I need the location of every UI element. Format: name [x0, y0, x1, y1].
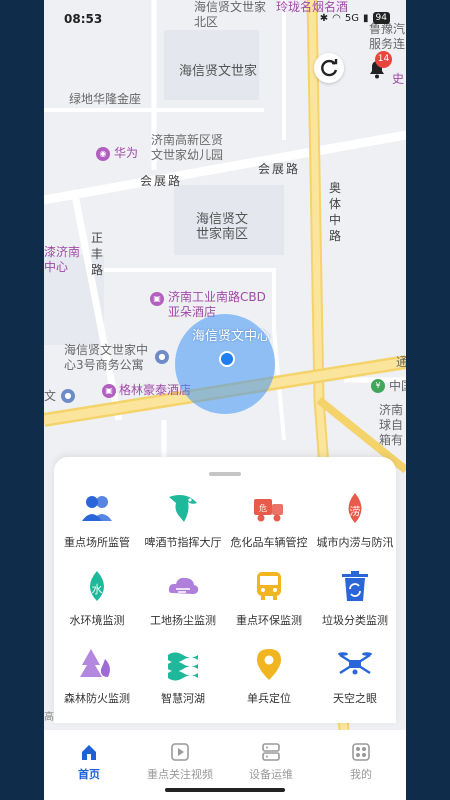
- map-label-wen: 文: [44, 389, 57, 403]
- recycle-bin-icon: [338, 569, 372, 603]
- refresh-icon: [321, 59, 338, 77]
- map-label-center: 海信贤文中心: [192, 329, 271, 344]
- map-label-huizhan-road-1: 会展路: [140, 174, 183, 188]
- home-indicator: [165, 788, 285, 792]
- poi-huawei-icon[interactable]: ◉: [96, 147, 110, 161]
- map-label-south-block: 海信贤文 世家南区: [196, 212, 249, 242]
- module-recycle-bin-button[interactable]: 垃圾分类监测: [312, 569, 398, 639]
- module-water-drop-button[interactable]: 水水环境监测: [54, 569, 140, 639]
- module-label: 森林防火监测: [64, 692, 130, 705]
- tab-label: 设备运维: [249, 768, 293, 781]
- map-label-shi: 史: [392, 72, 405, 86]
- people-icon: [80, 491, 114, 525]
- map-label-zhengfeng-road: 正丰路: [90, 231, 103, 277]
- map-label-qianji: 漆济南 中心: [44, 245, 81, 274]
- video-icon: [140, 742, 220, 762]
- map-label-service: 服务连: [369, 37, 406, 51]
- module-flood-drop-button[interactable]: 涝城市内涝与防汛: [312, 491, 398, 561]
- dust-cloud-icon: [166, 569, 200, 603]
- module-label: 城市内涝与防汛: [316, 536, 394, 549]
- module-eagle-button[interactable]: 啤酒节指挥大厅: [140, 491, 226, 561]
- poi-business-icon[interactable]: ●: [155, 350, 169, 364]
- module-label: 重点场所监管: [64, 536, 130, 549]
- map-label-kindergarten: 济南高新区贤 文世家幼儿园: [151, 133, 224, 162]
- tab-label: 重点关注视频: [147, 768, 213, 781]
- status-bar: 08:53 ✱ ◠ 5G ▮ 94: [44, 0, 406, 26]
- poi-gelin-icon[interactable]: ▣: [102, 384, 116, 398]
- profile-icon: [321, 742, 401, 762]
- module-label: 天空之眼: [333, 692, 377, 705]
- svg-text:涝: 涝: [350, 505, 361, 518]
- tab-label: 首页: [78, 768, 100, 781]
- module-label: 智慧河湖: [161, 692, 205, 705]
- svg-text:水: 水: [92, 583, 103, 596]
- module-dust-cloud-button[interactable]: 工地扬尘监测: [140, 569, 226, 639]
- modules-sheet: 重点场所监管 啤酒节指挥大厅危危化品车辆管控涝城市内涝与防汛水水环境监测 工地扬尘监…: [54, 457, 396, 723]
- module-people-button[interactable]: 重点场所监管: [54, 491, 140, 561]
- module-label: 重点环保监测: [236, 614, 302, 627]
- home-icon: [49, 742, 129, 762]
- map-label-xun: 通: [396, 355, 406, 369]
- flood-drop-icon: 涝: [338, 491, 372, 525]
- signal-icon: ▮: [363, 12, 369, 24]
- tab-video[interactable]: 重点关注视频: [140, 742, 220, 782]
- drone-icon: [338, 647, 372, 681]
- location-pin-icon: [252, 647, 286, 681]
- tab-profile[interactable]: 我的: [321, 742, 401, 782]
- bus-icon: [252, 569, 286, 603]
- waves-icon: [166, 647, 200, 681]
- map-label-jinan-right: 济南 球自 箱有: [379, 403, 404, 447]
- module-drone-button[interactable]: 天空之眼: [312, 647, 398, 717]
- module-location-pin-button[interactable]: 单兵定位: [226, 647, 312, 717]
- eagle-icon: [166, 491, 200, 525]
- module-label: 工地扬尘监测: [150, 614, 216, 627]
- module-forest-fire-button[interactable]: 森林防火监测: [54, 647, 140, 717]
- module-label: 啤酒节指挥大厅: [144, 536, 222, 549]
- notification-badge: 14: [375, 51, 392, 68]
- battery-icon: 94: [372, 12, 390, 24]
- map-label-aoti-road: 奥体中路: [328, 181, 341, 243]
- forest-fire-icon: [80, 647, 114, 681]
- map-label-huawei: 华为: [114, 146, 139, 160]
- water-drop-icon: 水: [80, 569, 114, 603]
- module-label: 水环境监测: [69, 614, 125, 627]
- poi-bank-icon[interactable]: ¥: [371, 379, 385, 393]
- module-bus-button[interactable]: 重点环保监测: [226, 569, 312, 639]
- device-icon: [231, 742, 311, 762]
- app-screen: 海信贤文世家北区 海信贤文世家 绿地华隆金座 ◉ 华为 济南高新区贤 文世家幼儿…: [44, 0, 406, 800]
- map-label-huizhan-road-2: 会展路: [258, 162, 301, 176]
- poi-pin-left-icon[interactable]: ●: [61, 389, 75, 403]
- wifi-icon: ◠: [332, 12, 341, 24]
- poi-hotel-icon[interactable]: ▣: [150, 292, 164, 306]
- tab-device[interactable]: 设备运维: [231, 742, 311, 782]
- tab-home[interactable]: 首页: [49, 742, 129, 782]
- module-waves-button[interactable]: 智慧河湖: [140, 647, 226, 717]
- svg-text:危: 危: [259, 503, 267, 513]
- map-label-bank: 中国: [389, 379, 406, 393]
- module-label: 单兵定位: [247, 692, 291, 705]
- module-hazard-truck-button[interactable]: 危危化品车辆管控: [226, 491, 312, 561]
- status-time: 08:53: [64, 12, 103, 26]
- status-icons: ✱ ◠ 5G ▮ 94: [320, 12, 390, 24]
- hazard-truck-icon: 危: [252, 491, 286, 525]
- map-label-block: 海信贤文世家: [179, 64, 258, 79]
- module-label: 危化品车辆管控: [230, 536, 308, 549]
- map-label-lvdi: 绿地华隆金座: [69, 92, 142, 106]
- refresh-button[interactable]: [314, 53, 344, 83]
- map-label-business: 海信贤文世家中 心3号商务公寓: [64, 343, 149, 372]
- sheet-handle[interactable]: [209, 472, 241, 476]
- module-label: 垃圾分类监测: [322, 614, 388, 627]
- signal-label: 5G: [344, 12, 360, 24]
- tab-label: 我的: [350, 768, 372, 781]
- current-location-icon: [219, 351, 235, 367]
- bluetooth-icon: ✱: [319, 12, 329, 24]
